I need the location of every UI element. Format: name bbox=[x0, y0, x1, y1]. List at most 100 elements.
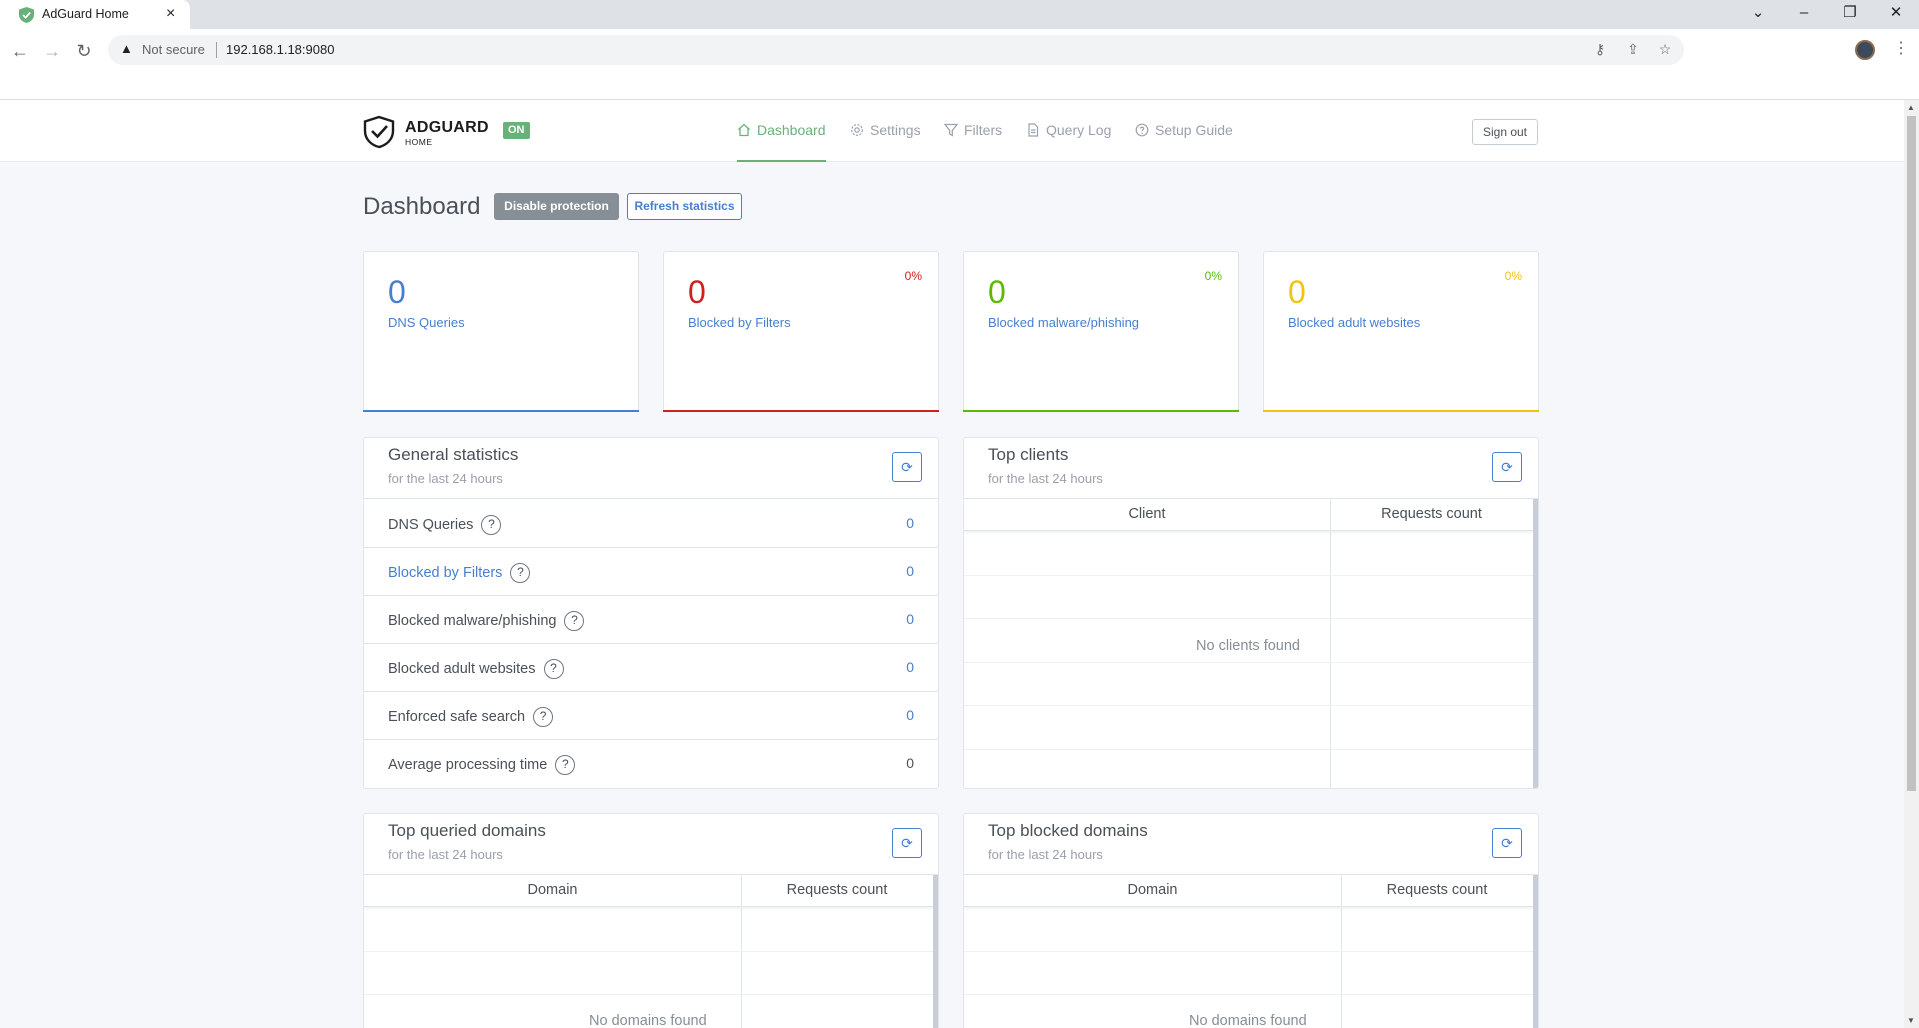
scroll-up-arrow-icon[interactable]: ▲ bbox=[1907, 103, 1915, 112]
forward-icon[interactable]: → bbox=[38, 37, 66, 65]
stat-row-blocked-malware: Blocked malware/phishing? 0 bbox=[364, 596, 938, 644]
nav-filters-label: Filters bbox=[964, 122, 1003, 138]
column-header[interactable]: Requests count bbox=[1330, 506, 1533, 522]
refresh-statistics-button[interactable]: Refresh statistics bbox=[627, 193, 742, 220]
document-icon bbox=[1028, 123, 1039, 137]
page-viewport: ADGUARD HOME ON Dashboard Settings Filte… bbox=[0, 100, 1919, 1028]
row-divider bbox=[364, 994, 933, 995]
address-bar[interactable]: ▲ Not secure 192.168.1.18:9080 ⚷ ⇪ ☆ bbox=[108, 35, 1684, 65]
help-icon[interactable]: ? bbox=[543, 659, 564, 679]
omnibox-divider bbox=[216, 42, 217, 58]
panel-subtitle: for the last 24 hours bbox=[388, 471, 503, 486]
adguard-favicon-icon bbox=[19, 7, 34, 23]
nav-dashboard[interactable]: Dashboard bbox=[737, 122, 826, 138]
stat-value: 0 bbox=[988, 274, 1006, 310]
browser-menu-icon[interactable]: ⋮ bbox=[1893, 38, 1909, 58]
stat-label[interactable]: Blocked malware/phishing bbox=[988, 315, 1139, 330]
tab-search-icon[interactable]: ⌄ bbox=[1743, 3, 1773, 23]
stat-value: 0 bbox=[1288, 274, 1306, 310]
nav-query-log[interactable]: Query Log bbox=[1026, 122, 1111, 138]
stat-accent-bar bbox=[363, 410, 639, 412]
restore-icon[interactable]: ❐ bbox=[1835, 3, 1865, 23]
table-header: Domain Requests count bbox=[364, 875, 933, 907]
stat-card-blocked-adult: 0 Blocked adult websites 0% bbox=[1263, 251, 1539, 412]
disable-protection-button[interactable]: Disable protection bbox=[494, 193, 619, 220]
help-icon[interactable]: ? bbox=[481, 515, 502, 535]
table-scrollbar[interactable] bbox=[1533, 499, 1538, 788]
nav-settings[interactable]: Settings bbox=[850, 122, 921, 138]
stat-accent-bar bbox=[963, 410, 1239, 412]
stat-row-label: Blocked adult websites? bbox=[388, 659, 564, 679]
logo-subtext: HOME bbox=[405, 137, 433, 147]
stat-row-value: 0 bbox=[906, 611, 914, 627]
reload-icon[interactable]: ↻ bbox=[70, 37, 98, 65]
column-divider bbox=[1330, 499, 1331, 788]
empty-message: No clients found bbox=[1176, 636, 1320, 656]
home-icon bbox=[738, 123, 750, 137]
warning-icon[interactable]: ▲ bbox=[120, 41, 133, 56]
scrollbar-thumb[interactable] bbox=[1907, 116, 1916, 791]
stat-card-blocked-filters: 0 Blocked by Filters 0% bbox=[663, 251, 939, 412]
column-header[interactable]: Requests count bbox=[741, 882, 933, 898]
help-icon[interactable]: ? bbox=[533, 707, 554, 727]
panel-title: Top blocked domains bbox=[988, 821, 1148, 840]
stat-row-value: 0 bbox=[906, 563, 914, 579]
stat-row-text[interactable]: Blocked by Filters bbox=[388, 565, 502, 581]
browser-tab[interactable]: AdGuard Home × bbox=[0, 0, 190, 29]
column-header[interactable]: Client bbox=[964, 506, 1330, 522]
nav-query-log-label: Query Log bbox=[1046, 122, 1112, 138]
nav-setup-guide[interactable]: Setup Guide bbox=[1135, 122, 1233, 138]
protection-status-badge: ON bbox=[503, 122, 530, 139]
stat-row-label[interactable]: Blocked by Filters? bbox=[388, 563, 531, 583]
stat-row-value: 0 bbox=[906, 659, 914, 675]
help-icon[interactable]: ? bbox=[510, 563, 531, 583]
column-header[interactable]: Requests count bbox=[1341, 882, 1533, 898]
panel-header: Top blocked domains for the last 24 hour… bbox=[964, 814, 1538, 875]
refresh-button[interactable]: ⟳ bbox=[892, 828, 922, 858]
page-title: Dashboard bbox=[363, 193, 481, 220]
panel-subtitle: for the last 24 hours bbox=[988, 847, 1103, 862]
refresh-button[interactable]: ⟳ bbox=[1492, 828, 1522, 858]
scroll-down-arrow-icon[interactable]: ▼ bbox=[1907, 1016, 1915, 1025]
refresh-button[interactable]: ⟳ bbox=[1492, 452, 1522, 482]
filter-icon bbox=[944, 123, 958, 137]
column-header[interactable]: Domain bbox=[364, 882, 741, 898]
stat-label[interactable]: Blocked adult websites bbox=[1288, 315, 1420, 330]
table-scrollbar[interactable] bbox=[933, 875, 938, 1028]
profile-avatar[interactable] bbox=[1855, 40, 1875, 60]
tab-close-icon[interactable]: × bbox=[166, 5, 175, 23]
browser-tabstrip: AdGuard Home × ⌄ – ❐ ✕ bbox=[0, 0, 1919, 29]
security-label[interactable]: Not secure bbox=[142, 42, 205, 57]
sign-out-button[interactable]: Sign out bbox=[1472, 119, 1538, 145]
share-icon[interactable]: ⇪ bbox=[1623, 41, 1643, 58]
help-icon[interactable]: ? bbox=[564, 611, 585, 631]
close-window-icon[interactable]: ✕ bbox=[1881, 3, 1911, 23]
nav-filters[interactable]: Filters bbox=[944, 122, 1002, 138]
key-icon[interactable]: ⚷ bbox=[1590, 41, 1610, 58]
logo-text: ADGUARD bbox=[405, 119, 489, 136]
page-scrollbar[interactable]: ▲ ▼ bbox=[1904, 100, 1919, 1028]
app-header: ADGUARD HOME ON Dashboard Settings Filte… bbox=[0, 100, 1904, 162]
minimize-icon[interactable]: – bbox=[1789, 3, 1819, 23]
stat-value: 0 bbox=[688, 274, 706, 310]
stat-percent: 0% bbox=[1504, 269, 1522, 283]
help-icon[interactable]: ? bbox=[555, 755, 576, 775]
adguard-logo-icon[interactable] bbox=[362, 115, 396, 149]
stat-row-safe-search: Enforced safe search? 0 bbox=[364, 692, 938, 740]
nav-dashboard-label: Dashboard bbox=[757, 122, 826, 138]
gear-icon bbox=[851, 124, 863, 136]
stat-row-value: 0 bbox=[906, 707, 914, 723]
stat-row-label: DNS Queries? bbox=[388, 515, 502, 535]
row-divider bbox=[964, 951, 1533, 952]
url-text[interactable]: 192.168.1.18:9080 bbox=[226, 42, 334, 57]
nav-settings-label: Settings bbox=[870, 122, 921, 138]
refresh-button[interactable]: ⟳ bbox=[892, 452, 922, 482]
table-scrollbar[interactable] bbox=[1533, 875, 1538, 1028]
stat-row-label: Enforced safe search? bbox=[388, 707, 554, 727]
stat-label[interactable]: DNS Queries bbox=[388, 315, 465, 330]
back-icon[interactable]: ← bbox=[6, 37, 34, 65]
star-icon[interactable]: ☆ bbox=[1655, 41, 1675, 58]
top-blocked-domains-panel: Top blocked domains for the last 24 hour… bbox=[963, 813, 1539, 1028]
stat-label[interactable]: Blocked by Filters bbox=[688, 315, 791, 330]
column-header[interactable]: Domain bbox=[964, 882, 1341, 898]
